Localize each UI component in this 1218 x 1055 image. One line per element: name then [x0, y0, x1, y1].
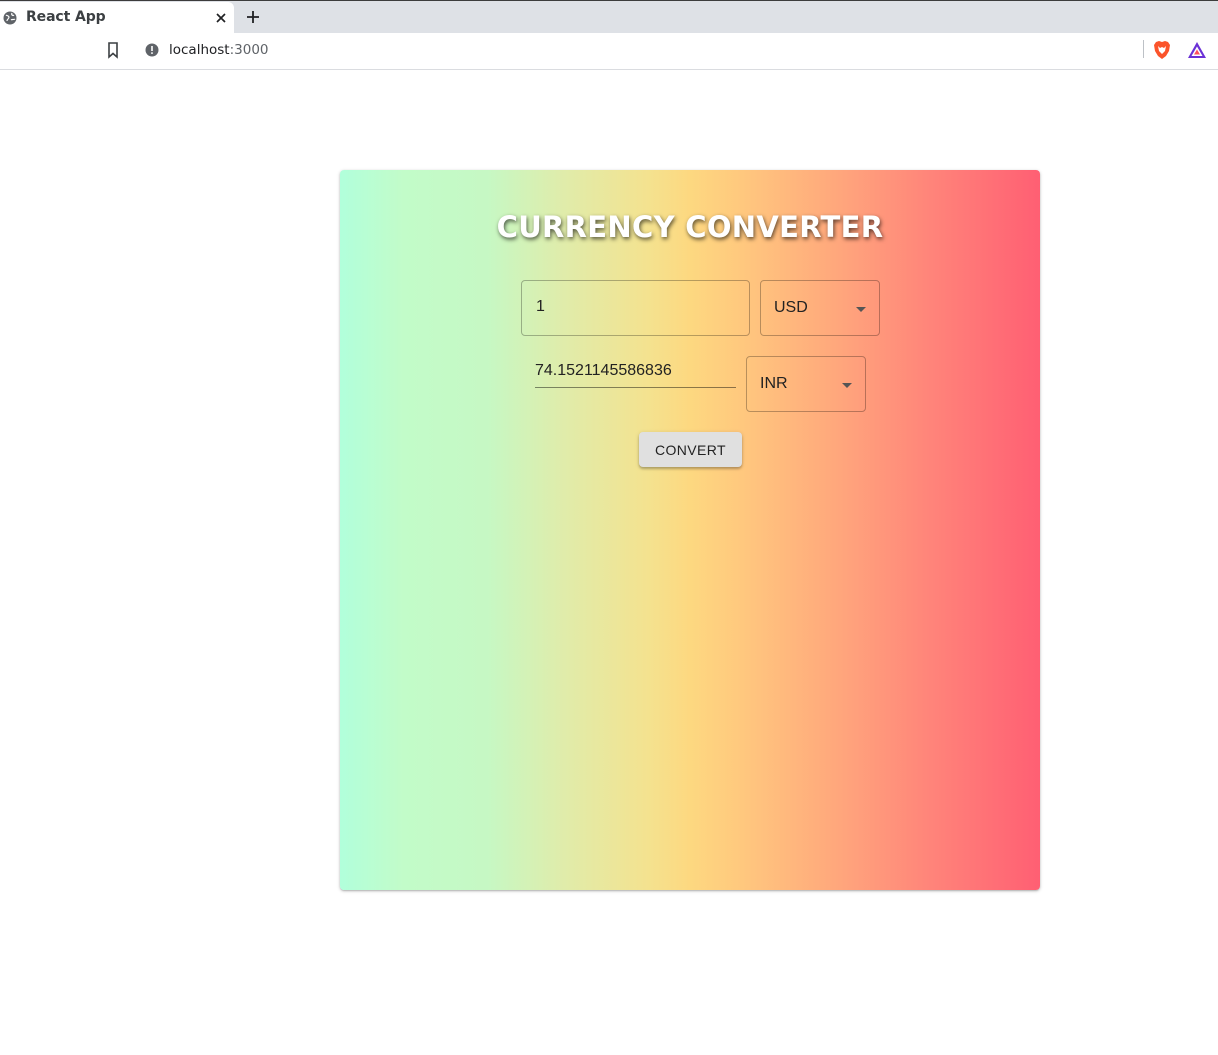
url-port: :3000: [229, 42, 269, 58]
browser-tab-strip: React App: [0, 0, 1218, 34]
converted-amount-field[interactable]: 74.1521145586836: [535, 360, 736, 388]
from-currency-value: USD: [774, 299, 808, 316]
to-currency-value: INR: [760, 375, 788, 392]
caret-down-icon: [856, 307, 866, 312]
to-currency-select[interactable]: INR: [746, 356, 866, 412]
close-icon[interactable]: [213, 10, 229, 26]
tab-title: React App: [26, 9, 106, 25]
url-text: localhost:3000: [169, 42, 269, 58]
plus-icon[interactable]: [244, 8, 262, 26]
caret-down-icon: [842, 383, 852, 388]
address-bar[interactable]: localhost:3000: [136, 37, 1212, 63]
page-title: CURRENCY CONVERTER: [496, 210, 884, 244]
triangle-icon[interactable]: [1187, 41, 1207, 59]
amount-input[interactable]: [536, 298, 736, 316]
omnibox-divider: [1143, 40, 1144, 58]
convert-button[interactable]: CONVERT: [639, 432, 742, 467]
url-host: localhost: [169, 42, 230, 58]
info-icon[interactable]: [145, 43, 159, 57]
globe-icon: [3, 11, 17, 25]
bookmark-icon[interactable]: [105, 41, 121, 59]
brave-lion-icon[interactable]: [1153, 40, 1171, 60]
from-currency-select[interactable]: USD: [760, 280, 880, 336]
converted-amount-value: 74.1521145586836: [535, 362, 672, 379]
converter-card: CURRENCY CONVERTER USD 74.1521145586836 …: [340, 170, 1040, 890]
browser-tab[interactable]: React App: [0, 2, 234, 34]
browser-toolbar: localhost:3000: [0, 33, 1218, 70]
amount-field[interactable]: [521, 280, 750, 336]
